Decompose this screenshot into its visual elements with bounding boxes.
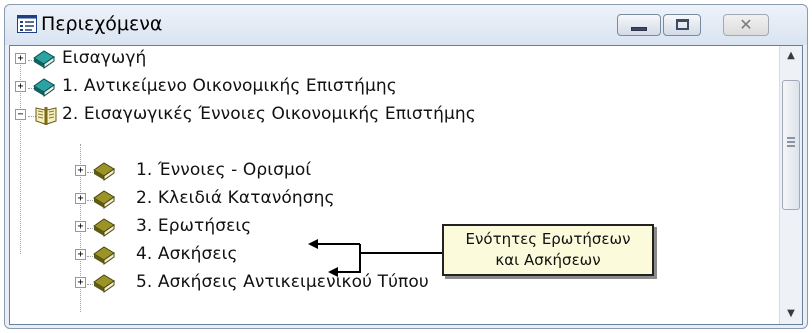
callout-note: Ενότητες Ερωτήσεων και Ασκήσεων [442, 224, 654, 276]
expand-toggle[interactable]: + [15, 53, 26, 64]
tree-item-chapter-2[interactable]: − 2. Εισαγωγικές Έννοιες Οικονομικής Επι… [10, 102, 780, 130]
book-closed-icon [33, 50, 55, 69]
tree-item-chapter-1[interactable]: + 1. Αντικείμενο Οικονομικής Επιστήμης [10, 74, 780, 102]
close-button[interactable]: ✕ [723, 14, 769, 36]
window-title: Περιεχόμενα [41, 13, 163, 35]
scroll-down-arrow-icon[interactable]: ▼ [780, 304, 802, 324]
minimize-button[interactable] [617, 14, 661, 36]
grip-icon [787, 137, 795, 147]
tree-item-label: 5. Ασκήσεις Αντικειμενικού Τύπου [136, 272, 429, 292]
book-closed-icon [93, 190, 115, 209]
collapse-toggle[interactable]: − [15, 109, 26, 120]
tree-item-label: 1. Αντικείμενο Οικονομικής Επιστήμης [62, 76, 397, 96]
document-tree-icon [17, 15, 37, 33]
book-closed-icon [93, 218, 115, 237]
expand-toggle[interactable]: + [75, 249, 86, 260]
tree-item-label: 2. Κλειδιά Κατανόησης [136, 188, 335, 208]
tree-item-concepts[interactable]: + 1. Έννοιες - Ορισμοί [70, 158, 780, 186]
book-closed-icon [93, 162, 115, 181]
tree-item-label: 1. Έννοιες - Ορισμοί [136, 160, 312, 180]
expand-toggle[interactable]: + [75, 193, 86, 204]
book-closed-icon [33, 78, 55, 97]
vertical-scrollbar[interactable]: ▲ ▼ [779, 46, 802, 324]
expand-toggle[interactable]: + [75, 277, 86, 288]
tree-item-keys[interactable]: + 2. Κλειδιά Κατανόησης [70, 186, 780, 214]
tree-item-label: 3. Ερωτήσεις [136, 216, 252, 236]
maximize-button[interactable] [663, 14, 701, 36]
tree-item-questions[interactable]: + 3. Ερωτήσεις [70, 214, 450, 242]
scroll-thumb[interactable] [782, 80, 800, 210]
scroll-up-arrow-icon[interactable]: ▲ [780, 46, 802, 66]
callout-text-line2: και Ασκήσεων [495, 251, 601, 269]
contents-window: Περιεχόμενα ✕ + Εισαγωγή + 1. Αντικείμεν… [4, 4, 808, 329]
title-bar[interactable]: Περιεχόμενα ✕ [5, 5, 807, 45]
book-open-icon [35, 107, 57, 125]
tree-item-label: 2. Εισαγωγικές Έννοιες Οικονομικής Επιστ… [62, 104, 476, 124]
callout-text-line1: Ενότητες Ερωτήσεων [465, 230, 631, 248]
contents-tree[interactable]: + Εισαγωγή + 1. Αντικείμενο Οικονομικής … [9, 45, 803, 325]
tree-item-label: Εισαγωγή [62, 48, 147, 68]
book-closed-icon [93, 274, 115, 293]
tree-item-exercises[interactable]: + 4. Ασκήσεις [70, 242, 450, 270]
close-icon: ✕ [739, 15, 753, 34]
expand-toggle[interactable]: + [75, 221, 86, 232]
tree-item-intro[interactable]: + Εισαγωγή [10, 46, 780, 74]
expand-toggle[interactable]: + [15, 81, 26, 92]
expand-toggle[interactable]: + [75, 165, 86, 176]
book-closed-icon [93, 246, 115, 265]
tree-item-label: 4. Ασκήσεις [136, 244, 238, 264]
tree-item-objective-exercises[interactable]: + 5. Ασκήσεις Αντικειμενικού Τύπου [70, 270, 780, 298]
